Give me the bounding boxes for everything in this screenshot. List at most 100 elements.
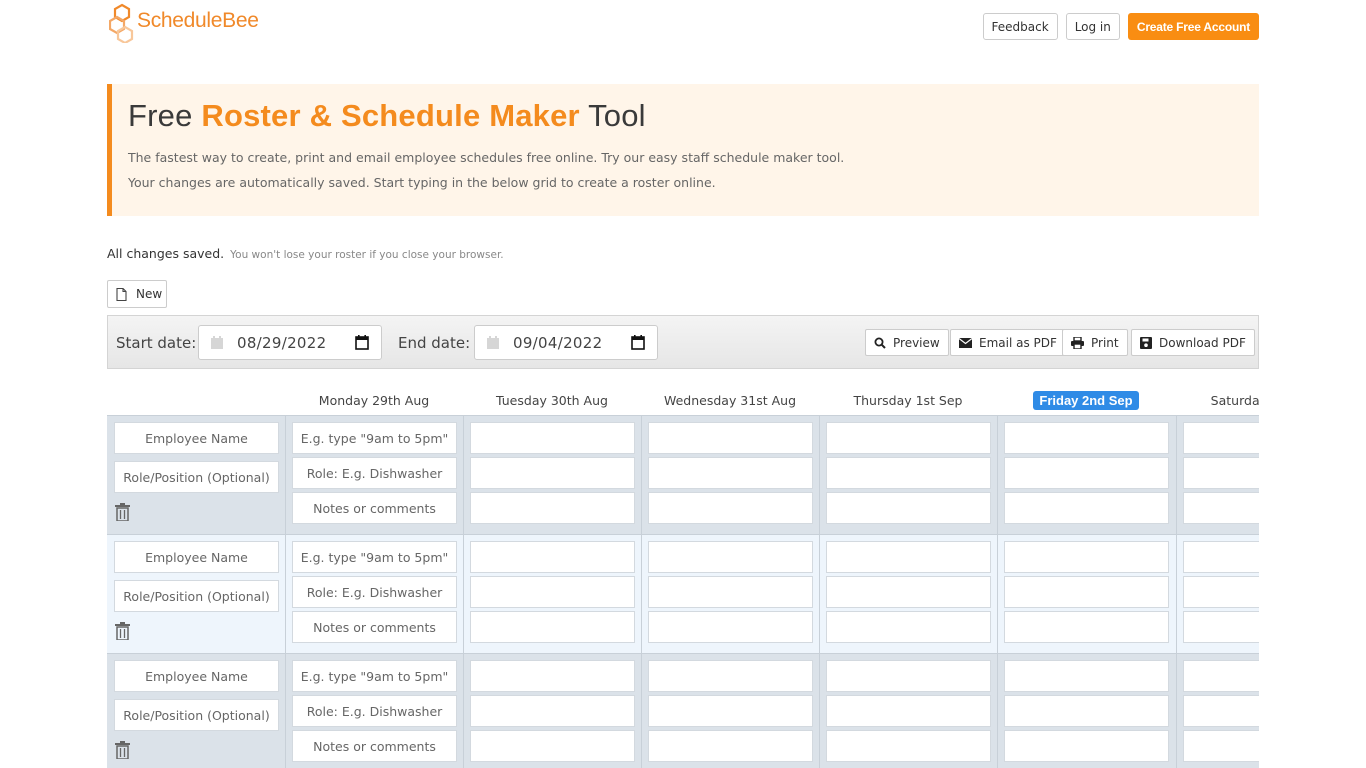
employee-name-input[interactable]: Employee Name <box>114 541 279 573</box>
trash-icon[interactable] <box>115 622 130 640</box>
download-pdf-button[interactable]: Download PDF <box>1131 329 1255 356</box>
shift-role-input[interactable] <box>1183 457 1259 489</box>
shift-notes-input[interactable] <box>1004 492 1169 524</box>
shift-role-input[interactable] <box>1183 695 1259 727</box>
shift-role-input[interactable]: Role: E.g. Dishwasher <box>292 695 457 727</box>
shift-input[interactable] <box>1004 541 1169 573</box>
create-account-button[interactable]: Create Free Account <box>1127 13 1259 40</box>
shift-role-input[interactable] <box>826 695 991 727</box>
roster-grid: Monday 29th Aug Tuesday 30th Aug Wednesday… <box>107 385 1259 768</box>
save-disk-icon <box>1140 336 1152 349</box>
shift-role-input[interactable] <box>470 457 635 489</box>
shift-role-input[interactable] <box>470 695 635 727</box>
placeholder-text: E.g. type "9am to 5pm" <box>300 549 449 565</box>
employee-name-input[interactable]: Employee Name <box>114 422 279 454</box>
shift-input[interactable] <box>1004 422 1169 454</box>
calendar-icon <box>211 335 223 349</box>
shift-input[interactable]: E.g. type "9am to 5pm" <box>292 422 457 454</box>
date-picker-icon[interactable] <box>355 335 369 350</box>
end-date-input[interactable]: 09/04/2022 <box>474 325 658 360</box>
shift-role-input[interactable] <box>1004 576 1169 608</box>
trash-icon[interactable] <box>115 741 130 759</box>
shift-notes-input[interactable] <box>826 492 991 524</box>
shift-notes-input[interactable] <box>1183 492 1259 524</box>
shift-role-input[interactable] <box>826 457 991 489</box>
shift-notes-input[interactable] <box>826 730 991 762</box>
shift-input[interactable] <box>648 660 813 692</box>
feedback-button[interactable]: Feedback <box>982 13 1058 40</box>
envelope-icon <box>959 337 972 348</box>
shift-notes-input[interactable] <box>1004 730 1169 762</box>
logo[interactable]: ScheduleBee <box>109 3 259 43</box>
login-button[interactable]: Log in <box>1065 13 1120 40</box>
employee-role-input[interactable]: Role/Position (Optional) <box>114 580 279 612</box>
shift-role-input[interactable]: Role: E.g. Dishwasher <box>292 457 457 489</box>
preview-button[interactable]: Preview <box>865 329 949 356</box>
trash-icon[interactable] <box>115 503 130 521</box>
shift-notes-input[interactable] <box>470 730 635 762</box>
end-date-value: 09/04/2022 <box>513 333 603 352</box>
shift-role-input[interactable] <box>1004 457 1169 489</box>
shift-role-input[interactable] <box>648 576 813 608</box>
employee-name-input[interactable]: Employee Name <box>114 660 279 692</box>
day-label: Monday 29th Aug <box>318 392 430 408</box>
date-picker-icon[interactable] <box>631 335 645 350</box>
shift-input[interactable] <box>470 422 635 454</box>
employee-role-input[interactable]: Role/Position (Optional) <box>114 461 279 493</box>
shift-notes-input[interactable] <box>1183 611 1259 643</box>
shift-notes-input[interactable] <box>1004 611 1169 643</box>
shift-role-input[interactable]: Role: E.g. Dishwasher <box>292 576 457 608</box>
shift-notes-input[interactable] <box>648 611 813 643</box>
hero-banner: Free Roster & Schedule Maker Tool The fa… <box>107 84 1259 216</box>
shift-input[interactable] <box>826 422 991 454</box>
shift-role-input[interactable] <box>470 576 635 608</box>
top-nav: Feedback Log in Create Free Account <box>982 13 1259 40</box>
start-date-input[interactable]: 08/29/2022 <box>198 325 382 360</box>
shift-notes-input[interactable] <box>1183 730 1259 762</box>
shift-notes-input[interactable]: Notes or comments <box>292 492 457 524</box>
shift-notes-input[interactable]: Notes or comments <box>292 730 457 762</box>
employee-row: Employee Name Role/Position (Optional) E.g… <box>107 534 1259 653</box>
shift-notes-input[interactable] <box>648 492 813 524</box>
column-divider <box>819 416 820 534</box>
shift-input[interactable] <box>1183 541 1259 573</box>
save-status-text: All changes saved. <box>107 246 225 261</box>
date-toolbar: Start date: 08/29/2022 End date: 09/04/2… <box>107 315 1259 369</box>
placeholder-text: Role/Position (Optional) <box>123 707 270 723</box>
shift-input[interactable]: E.g. type "9am to 5pm" <box>292 660 457 692</box>
shift-notes-input[interactable] <box>648 730 813 762</box>
placeholder-text: Employee Name <box>145 549 248 565</box>
column-divider <box>819 535 820 653</box>
shift-input[interactable] <box>470 660 635 692</box>
print-button[interactable]: Print <box>1062 329 1128 356</box>
shift-role-input[interactable] <box>648 457 813 489</box>
search-icon <box>874 337 886 349</box>
employee-role-input[interactable]: Role/Position (Optional) <box>114 699 279 731</box>
brand-name: ScheduleBee <box>137 9 259 32</box>
shift-input[interactable] <box>826 541 991 573</box>
placeholder-text: Role: E.g. Dishwasher <box>306 584 443 600</box>
shift-role-input[interactable] <box>1183 576 1259 608</box>
shift-input[interactable] <box>470 541 635 573</box>
shift-input[interactable] <box>1183 422 1259 454</box>
shift-notes-input[interactable] <box>470 611 635 643</box>
shift-input[interactable]: E.g. type "9am to 5pm" <box>292 541 457 573</box>
shift-input[interactable] <box>1183 660 1259 692</box>
shift-input[interactable] <box>826 660 991 692</box>
placeholder-text: Notes or comments <box>313 619 436 635</box>
email-pdf-button[interactable]: Email as PDF <box>950 329 1066 356</box>
shift-notes-input[interactable] <box>826 611 991 643</box>
shift-role-input[interactable] <box>826 576 991 608</box>
shift-notes-input[interactable]: Notes or comments <box>292 611 457 643</box>
shift-notes-input[interactable] <box>470 492 635 524</box>
title-post: Tool <box>579 98 646 133</box>
placeholder-text: Role/Position (Optional) <box>123 469 270 485</box>
shift-input[interactable] <box>648 422 813 454</box>
new-roster-button[interactable]: New <box>107 280 167 308</box>
shift-role-input[interactable] <box>1004 695 1169 727</box>
shift-input[interactable] <box>1004 660 1169 692</box>
calendar-icon <box>487 335 499 349</box>
day-header: Thursday 1st Sep <box>819 385 997 415</box>
shift-input[interactable] <box>648 541 813 573</box>
shift-role-input[interactable] <box>648 695 813 727</box>
